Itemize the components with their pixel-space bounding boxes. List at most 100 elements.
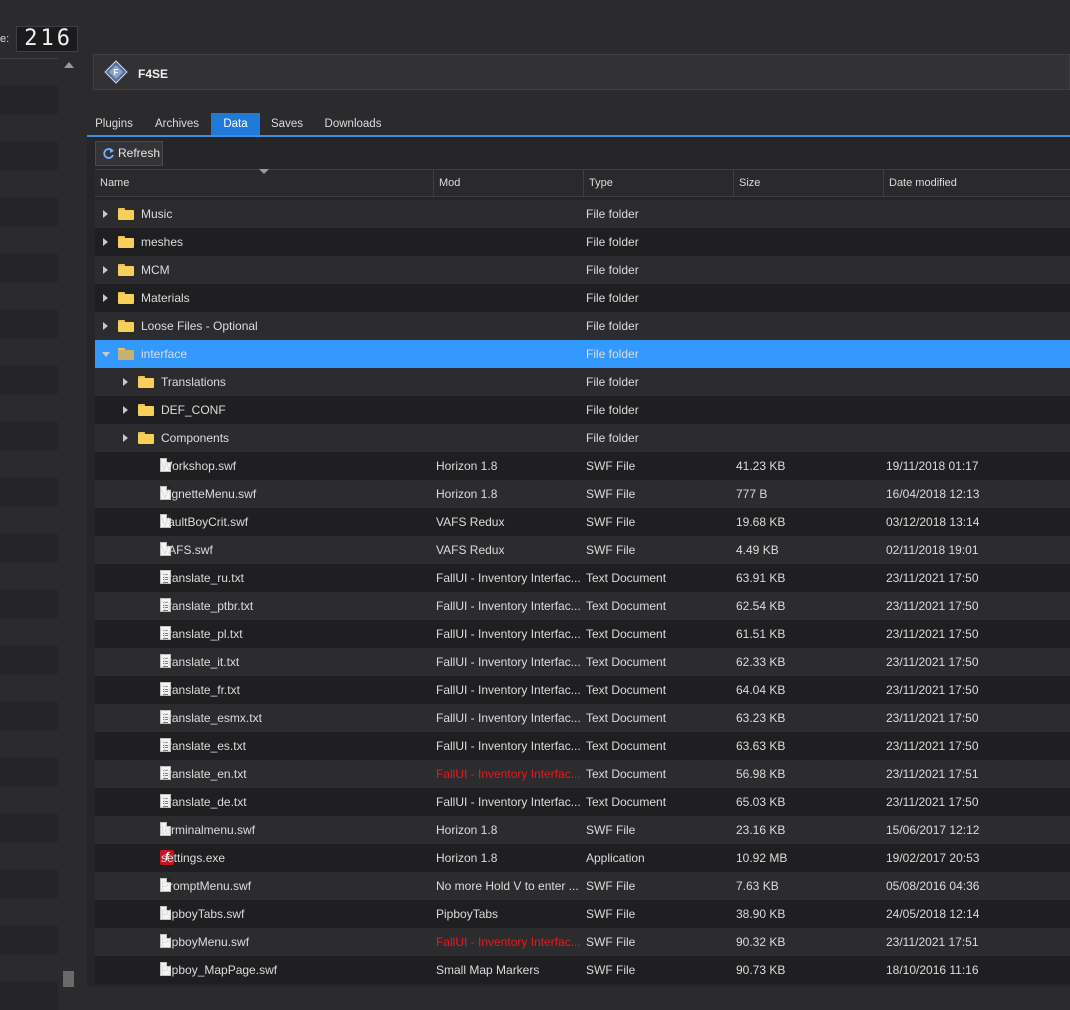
file-row[interactable]: PipboyTabs.swf PipboyTabs SWF File 38.90 KB…: [95, 900, 1070, 928]
file-row[interactable]: Translate_it.txt FallUI - Inventory Inter…: [95, 648, 1070, 676]
mod-list-row[interactable]: [0, 366, 58, 394]
file-row[interactable]: Translate_ru.txt FallUI - Inventory Inter…: [95, 564, 1070, 592]
mod-list-row[interactable]: [0, 394, 58, 422]
file-row[interactable]: f settings.exe Horizon 1.8 Application 10.92…: [95, 844, 1070, 872]
mod-list-row[interactable]: [0, 898, 58, 926]
file-row[interactable]: PipboyMenu.swf FallUI - Inventory Interfa…: [95, 928, 1070, 956]
mod-list-row[interactable]: [0, 562, 58, 590]
column-size[interactable]: Size: [734, 170, 884, 197]
collapsed-arrow-icon[interactable]: [103, 238, 108, 246]
mod-list-row[interactable]: [0, 982, 58, 1010]
item-name: Translate_fr.txt: [161, 683, 240, 697]
mod-list-row[interactable]: [0, 870, 58, 898]
column-date-modified[interactable]: Date modified: [884, 170, 1070, 197]
folder-row[interactable]: Components File folder: [95, 424, 1070, 452]
file-row[interactable]: VignetteMenu.swf Horizon 1.8 SWF File 777 B…: [95, 480, 1070, 508]
mod-list-row[interactable]: [0, 310, 58, 338]
mod-list-row[interactable]: [0, 114, 58, 142]
mod-list-row[interactable]: [0, 226, 58, 254]
file-row[interactable]: Translate_de.txt FallUI - Inventory Inter…: [95, 788, 1070, 816]
mod-list-row[interactable]: [0, 702, 58, 730]
mod-list-row[interactable]: [0, 170, 58, 198]
mod-list-row[interactable]: [0, 506, 58, 534]
executable-header[interactable]: F F4SE: [93, 54, 1070, 90]
file-row[interactable]: Translate_es.txt FallUI - Inventory Inter…: [95, 732, 1070, 760]
tab-data[interactable]: Data: [211, 113, 260, 135]
scroll-up-icon[interactable]: [64, 62, 74, 68]
mod-list-row[interactable]: [0, 198, 58, 226]
collapsed-arrow-icon[interactable]: [103, 322, 108, 330]
folder-row[interactable]: Translations File folder: [95, 368, 1070, 396]
folder-row[interactable]: DEF_CONF File folder: [95, 396, 1070, 424]
collapsed-arrow-icon[interactable]: [123, 406, 128, 414]
date-cell: [886, 396, 1066, 424]
file-row[interactable]: VAFS.swf VAFS Redux SWF File 4.49 KB 02/11/2…: [95, 536, 1070, 564]
mod-list-row[interactable]: [0, 926, 58, 954]
expanded-arrow-icon[interactable]: [102, 352, 110, 357]
file-row[interactable]: PromptMenu.swf No more Hold V to enter ..…: [95, 872, 1070, 900]
folder-row[interactable]: interface File folder: [95, 340, 1070, 368]
mod-list-scrollbar[interactable]: [60, 58, 77, 987]
mod-list-row[interactable]: [0, 282, 58, 310]
mod-list-row[interactable]: [0, 814, 58, 842]
mod-list-row[interactable]: [0, 590, 58, 618]
column-type[interactable]: Type: [584, 170, 734, 197]
folder-icon: [118, 320, 134, 332]
mod-list-row[interactable]: [0, 86, 58, 114]
mod-list-row[interactable]: [0, 758, 58, 786]
refresh-button[interactable]: Refresh: [95, 141, 163, 166]
tab-plugins[interactable]: Plugins: [87, 113, 141, 135]
folder-row[interactable]: Loose Files - Optional File folder: [95, 312, 1070, 340]
mod-list-row[interactable]: [0, 786, 58, 814]
file-row[interactable]: Translate_pl.txt FallUI - Inventory Inter…: [95, 620, 1070, 648]
mod-list-row[interactable]: [0, 842, 58, 870]
mod-list-row[interactable]: [0, 142, 58, 170]
collapsed-arrow-icon[interactable]: [103, 210, 108, 218]
date-cell: [886, 312, 1066, 340]
mod-list-row[interactable]: [0, 646, 58, 674]
collapsed-arrow-icon[interactable]: [103, 266, 108, 274]
file-row[interactable]: Translate_ptbr.txt FallUI - Inventory Int…: [95, 592, 1070, 620]
mod-list-row[interactable]: [0, 478, 58, 506]
file-row[interactable]: Translate_esmx.txt FallUI - Inventory Int…: [95, 704, 1070, 732]
folder-row[interactable]: Materials File folder: [95, 284, 1070, 312]
mod-list[interactable]: [0, 86, 58, 1010]
column-name[interactable]: Name: [95, 170, 434, 197]
mod-cell: FallUI - Inventory Interfac...: [436, 935, 581, 949]
mod-list-row[interactable]: [0, 730, 58, 758]
mod-list-row[interactable]: [0, 450, 58, 478]
type-cell: Text Document: [586, 599, 667, 613]
file-row[interactable]: VaultBoyCrit.swf VAFS Redux SWF File 19.68 …: [95, 508, 1070, 536]
file-row[interactable]: Workshop.swf Horizon 1.8 SWF File 41.23 KB 1…: [95, 452, 1070, 480]
mod-list-row[interactable]: [0, 338, 58, 366]
folder-row[interactable]: Music File folder: [95, 200, 1070, 228]
mod-cell: FallUI - Inventory Interfac...: [436, 711, 581, 725]
column-mod[interactable]: Mod: [434, 170, 584, 197]
collapsed-arrow-icon[interactable]: [103, 294, 108, 302]
file-row[interactable]: terminalmenu.swf Horizon 1.8 SWF File 23.16…: [95, 816, 1070, 844]
tab-archives[interactable]: Archives: [147, 113, 207, 135]
file-row[interactable]: Translate_en.txt FallUI - Inventory Inter…: [95, 760, 1070, 788]
mod-list-row[interactable]: [0, 618, 58, 646]
collapsed-arrow-icon[interactable]: [123, 434, 128, 442]
mod-list-row[interactable]: [0, 674, 58, 702]
panel-splitter[interactable]: [80, 0, 86, 987]
folder-row[interactable]: meshes File folder: [95, 228, 1070, 256]
mod-list-row[interactable]: [0, 254, 58, 282]
date-cell: [886, 228, 1066, 256]
file-row[interactable]: Pipboy_MapPage.swf Small Map Markers SWF F…: [95, 956, 1070, 984]
file-row[interactable]: Translate_fr.txt FallUI - Inventory Inter…: [95, 676, 1070, 704]
date-cell: 23/11/2021 17:50: [886, 711, 979, 725]
folder-row[interactable]: MCM File folder: [95, 256, 1070, 284]
mod-list-row[interactable]: [0, 534, 58, 562]
svg-text:F: F: [114, 68, 119, 77]
tab-saves[interactable]: Saves: [265, 113, 309, 135]
collapsed-arrow-icon[interactable]: [123, 378, 128, 386]
tab-downloads[interactable]: Downloads: [319, 113, 387, 135]
item-name: VignetteMenu.swf: [161, 487, 257, 501]
scroll-thumb[interactable]: [63, 971, 74, 987]
mod-list-row[interactable]: [0, 422, 58, 450]
mod-list-row[interactable]: [0, 954, 58, 982]
size-cell: 4.49 KB: [736, 543, 779, 557]
left-list-header[interactable]: [0, 58, 58, 87]
